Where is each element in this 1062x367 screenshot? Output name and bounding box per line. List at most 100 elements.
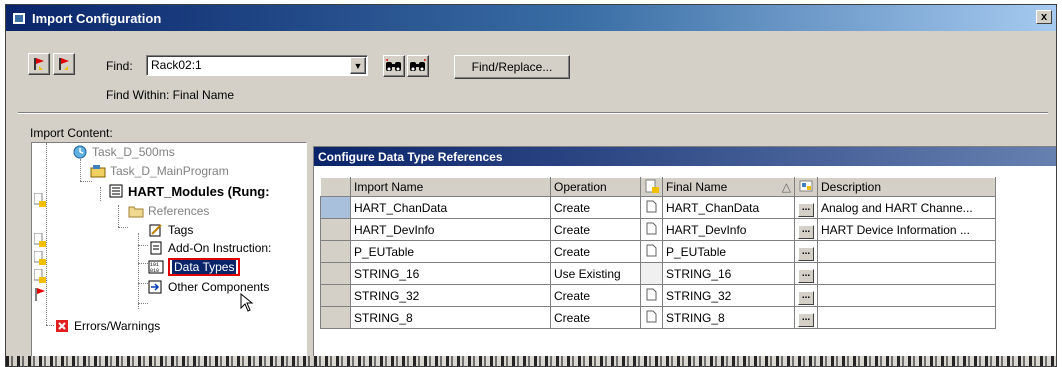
find-dropdown-button[interactable]: ▼ [350,57,366,74]
previous-flag-button[interactable] [28,53,50,75]
cell-description[interactable]: HART Device Information ... [817,218,996,241]
cell-description[interactable] [817,306,996,329]
document-icon [646,310,656,322]
cell-final-name[interactable]: HART_ChanData [662,196,795,219]
table-row[interactable]: STRING_8 Create STRING_8... [320,306,996,329]
cell-final-name[interactable]: STRING_8 [662,306,795,329]
cell-description[interactable] [817,240,996,263]
table-row[interactable]: HART_ChanData Create HART_ChanData... Analo… [320,196,996,219]
close-icon: x [1040,10,1048,23]
add-on-icon [148,241,164,255]
cell-doc [640,284,663,307]
cell-doc [640,196,663,219]
cell-ellipsis[interactable]: ... [794,262,818,285]
cell-description[interactable] [817,262,996,285]
find-within-label: Find Within: Final Name [106,88,235,102]
mouse-cursor-icon [240,293,254,312]
program-icon [90,164,106,178]
cell-description[interactable]: Analog and HART Channe... [817,196,996,219]
cell-final-name[interactable]: HART_DevInfo [662,218,795,241]
separator [18,112,1048,114]
tree-item-references[interactable]: References [128,202,209,220]
tree-item-hart-modules[interactable]: HART_Modules (Rung: [108,182,270,200]
row-selector[interactable] [320,284,351,307]
cell-description[interactable] [817,284,996,307]
grid-header-row: Import Name Operation Final Name △ Descr [320,177,996,197]
row-selector[interactable] [320,196,351,219]
find-previous-button[interactable] [383,55,405,77]
cell-operation[interactable]: Create [550,306,641,329]
bottom-status-strip [6,356,1056,366]
ellipsis-button[interactable]: ... [798,246,814,261]
cell-operation[interactable]: Create [550,218,641,241]
other-components-icon [148,280,164,294]
svg-text:010: 010 [150,268,159,274]
dropdown-arrow-icon: ▼ [353,60,363,71]
row-selector[interactable] [320,218,351,241]
table-row[interactable]: HART_DevInfo Create HART_DevInfo... HART De… [320,218,996,241]
cell-operation[interactable]: Use Existing [550,262,641,285]
tree-item-data-types[interactable]: 101 010 Data Types [148,258,241,276]
folder-icon [128,204,144,218]
tree-item-tags[interactable]: Tags [148,221,193,239]
ellipsis-button[interactable]: ... [798,268,814,283]
cell-ellipsis[interactable]: ... [794,284,818,307]
close-button[interactable]: x [1036,10,1052,24]
ellipsis-button[interactable]: ... [798,290,814,305]
tree-item-task-d-mainprogram[interactable]: Task_D_MainProgram [90,162,229,180]
find-replace-button[interactable]: Find/Replace... [454,55,570,79]
next-flag-icon [59,58,69,70]
cell-import-name: STRING_8 [350,306,551,329]
cell-final-name[interactable]: P_EUTable [662,240,795,263]
table-row[interactable]: STRING_16 Use Existing STRING_16... [320,262,996,285]
references-grid[interactable]: Import Name Operation Final Name △ Descr [320,177,996,329]
find-previous-binoculars-icon [385,59,401,71]
tree-item-add-on-instructions[interactable]: Add-On Instruction: [148,239,271,257]
ellipsis-button[interactable]: ... [798,224,814,239]
cell-operation[interactable]: Create [550,196,641,219]
row-selector[interactable] [320,262,351,285]
cell-doc [640,306,663,329]
doc-arrow-icon [34,193,46,207]
column-header-doc[interactable] [640,177,663,197]
cell-operation[interactable]: Create [550,240,641,263]
panel-title: Configure Data Type References [314,147,1056,166]
cell-import-name: P_EUTable [350,240,551,263]
cell-import-name: STRING_32 [350,284,551,307]
document-icon [646,244,656,256]
column-header-operation[interactable]: Operation [550,177,641,197]
routine-icon [108,184,124,198]
table-row[interactable]: P_EUTable Create P_EUTable... [320,240,996,263]
find-next-binoculars-icon [410,59,427,71]
find-next-button[interactable] [407,55,429,77]
configure-references-panel: Configure Data Type References Import Na… [313,146,1056,366]
tree-item-errors-warnings[interactable]: Errors/Warnings [54,317,160,335]
cell-ellipsis[interactable]: ... [794,306,818,329]
doc-arrow-icon [34,233,46,247]
cell-final-name[interactable]: STRING_16 [662,262,795,285]
cell-ellipsis[interactable]: ... [794,196,818,219]
doc-arrow-icon [34,251,46,265]
cell-final-name[interactable]: STRING_32 [662,284,795,307]
cell-ellipsis[interactable]: ... [794,240,818,263]
column-header-description[interactable]: Description [817,177,996,197]
ellipsis-button[interactable]: ... [798,312,814,327]
error-icon [54,319,70,333]
table-row[interactable]: STRING_32 Create STRING_32... [320,284,996,307]
window-title: Import Configuration [32,10,162,26]
data-types-icon: 101 010 [148,260,164,274]
ellipsis-button[interactable]: ... [798,202,814,217]
cell-ellipsis[interactable]: ... [794,218,818,241]
row-selector[interactable] [320,306,351,329]
row-selector[interactable] [320,240,351,263]
red-flag-icon [35,288,45,301]
column-header-import-name[interactable]: Import Name [350,177,551,197]
find-input[interactable]: Rack02:1 [146,55,368,76]
cell-operation[interactable]: Create [550,284,641,307]
column-header-properties[interactable] [794,177,818,197]
next-flag-button[interactable] [53,53,75,75]
previous-flag-icon [34,58,44,70]
column-header-final-name[interactable]: Final Name △ [662,177,795,197]
import-content-tree[interactable]: Task_D_500ms Task_D_MainProgram HART_Mod… [31,142,307,366]
tree-item-task-d-500ms[interactable]: Task_D_500ms [72,143,175,161]
